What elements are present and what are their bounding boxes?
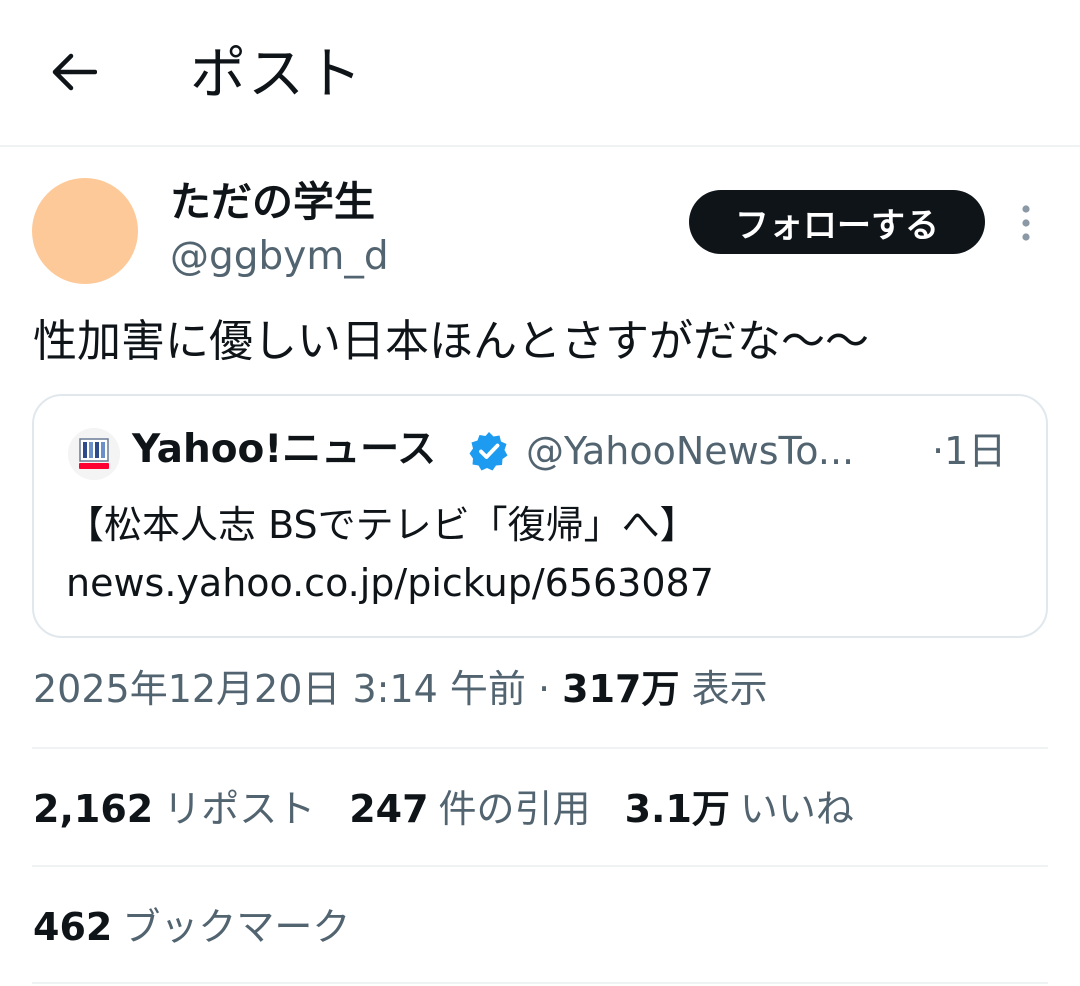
bookmarks-stat[interactable]: 462 ブックマーク [33,900,350,954]
bookmarks-label: ブックマーク [122,905,351,949]
reposts-stat[interactable]: 2,162 リポスト [33,782,315,836]
author-display-name[interactable]: ただの学生 [170,176,375,228]
follow-button[interactable]: フォローする [689,190,985,254]
author-handle[interactable]: @ggbym_d [170,232,389,282]
quoted-author-handle: @YahooNewsTo... [526,429,855,473]
quoted-post-link[interactable]: news.yahoo.co.jp/pickup/6563087 [66,554,1026,612]
likes-label: いいね [739,787,854,831]
verified-badge-icon [469,432,508,471]
quotes-stat[interactable]: 247 件の引用 [349,782,590,836]
engagement-stats: 2,162 リポスト 247 件の引用 3.1万 いいね [33,782,854,836]
quoted-author-name: Yahoo!ニュース [132,427,437,472]
views-label: 表示 [679,667,768,711]
divider [32,747,1048,749]
meta-separator: · [525,667,563,711]
quoted-post-card[interactable]: Yahoo!ニュース @YahooNewsTo... ·1日 【松本人志 BSで… [32,394,1048,638]
quotes-label: 件の引用 [438,787,591,831]
divider [32,865,1048,867]
post-meta: 2025年12月20日 3:14 午前 · 317万 表示 [33,662,768,716]
top-bar: ポスト [0,0,1080,147]
quoted-post-time: ·1日 [932,429,1007,473]
likes-stat[interactable]: 3.1万 いいね [625,782,854,836]
likes-count: 3.1万 [624,787,730,831]
bookmarks-count: 462 [33,905,113,949]
post-timestamp[interactable]: 2025年12月20日 3:14 午前 [33,667,526,711]
tweet-text: 性加害に優しい日本ほんとさすがだな〜〜 [33,316,869,367]
quotes-count: 247 [349,787,429,831]
yahoo-news-logo-icon [68,428,120,480]
reposts-count: 2,162 [33,787,154,831]
more-button[interactable] [1006,195,1046,251]
views-count: 317万 [562,667,680,711]
quoted-post-headline: 【松本人志 BSでテレビ「復帰」へ】 [66,503,698,547]
quoted-post-body: 【松本人志 BSでテレビ「復帰」へ】 news.yahoo.co.jp/pick… [66,496,1026,612]
page-title: ポスト [190,42,364,107]
avatar[interactable] [32,178,138,284]
reposts-label: リポスト [163,787,316,831]
arrow-left-icon [52,53,97,91]
divider [32,982,1048,984]
more-vertical-icon [1022,205,1030,241]
back-button[interactable] [38,36,110,108]
